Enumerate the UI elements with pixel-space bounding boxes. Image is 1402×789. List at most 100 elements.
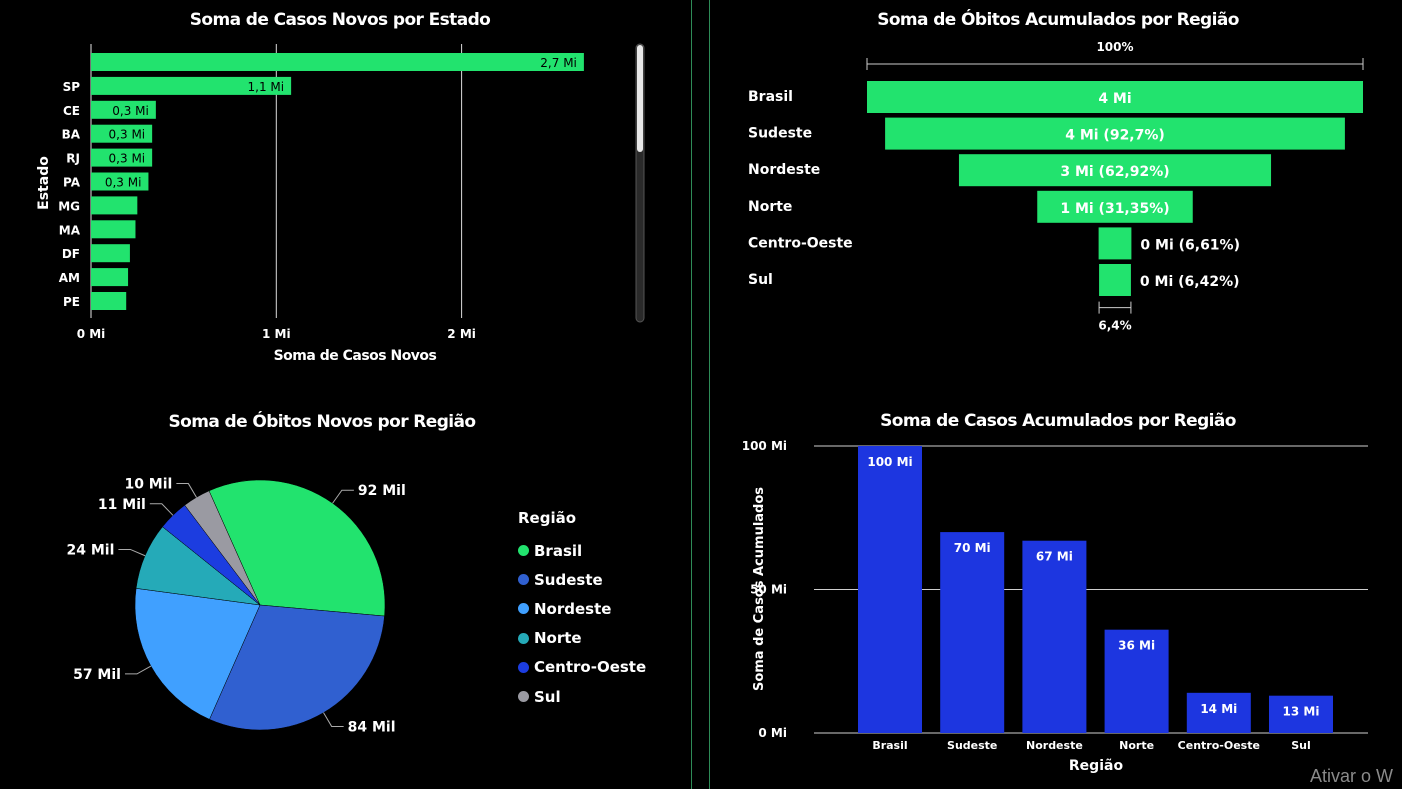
y-tick-label: SP — [63, 80, 81, 94]
panel-divider-left — [691, 0, 692, 789]
x-axis-title: Soma de Casos Novos — [274, 348, 437, 364]
bar-sudeste[interactable] — [940, 532, 1005, 733]
funnel-category-label: Centro-Oeste — [748, 235, 853, 251]
bar-top[interactable] — [91, 53, 584, 71]
pie-leader-line — [118, 548, 146, 557]
legend-label: Sul — [534, 687, 561, 706]
funnel-category-label: Sudeste — [748, 126, 812, 142]
bar-PE[interactable] — [91, 292, 127, 310]
bar-data-label: 14 Mi — [1200, 702, 1237, 716]
legend-item-centro-oeste[interactable]: Centro-Oeste — [518, 653, 646, 682]
bar-data-label: 0,3 Mi — [105, 176, 142, 190]
x-tick-label: Nordeste — [1026, 739, 1083, 752]
x-tick-label: Sudeste — [947, 739, 997, 752]
y-tick-label: PE — [63, 295, 80, 309]
y-axis-title: Soma de Casos Acumulados — [752, 487, 767, 691]
bar-data-label: 13 Mi — [1283, 705, 1320, 719]
funnel-category-label: Norte — [748, 199, 792, 215]
x-tick-label: Sul — [1291, 739, 1311, 752]
legend-swatch — [518, 574, 529, 586]
funnel-bottom-label: 6,4% — [1098, 319, 1131, 333]
funnel-data-label: 0 Mi (6,61%) — [1140, 237, 1240, 253]
bar-data-label: 36 Mi — [1118, 639, 1155, 653]
pie-leader-line — [332, 489, 354, 504]
y-tick-label: MG — [58, 199, 80, 213]
funnel-bar-sul[interactable] — [1099, 264, 1131, 296]
pie-leader-line — [176, 483, 197, 498]
legend-item-norte[interactable]: Norte — [518, 624, 646, 653]
pie-data-label: 24 Mil — [67, 542, 115, 558]
funnel-data-label: 1 Mi (31,35%) — [1060, 201, 1169, 217]
y-tick-label: BA — [62, 128, 81, 142]
funnel-data-label: 0 Mi (6,42%) — [1140, 274, 1240, 290]
activation-watermark: Ativar o W — [1310, 766, 1394, 786]
pie-data-label: 10 Mil — [124, 477, 172, 493]
legend-item-brasil[interactable]: Brasil — [518, 536, 646, 565]
funnel-category-label: Nordeste — [748, 162, 820, 178]
bar-data-label: 67 Mi — [1036, 550, 1073, 564]
bar-chart-casos-novos-estado[interactable]: 0 Mi 1 Mi 2 Mi 2,7 Mi SP 1,1 Mi CE 0,3 Mi BA 0,3 … — [0, 0, 691, 395]
funnel-chart-obitos-acumulados[interactable]: 100% Brasil 4 Mi Sudeste 4 Mi (92,7%) Nordest… — [712, 0, 1402, 395]
y-tick-label: AM — [59, 271, 80, 285]
funnel-top-label: 100% — [1096, 40, 1133, 54]
pie-data-label: 57 Mil — [73, 667, 121, 683]
y-axis-title: Estado — [36, 156, 52, 210]
funnel-data-label: 4 Mi — [1098, 91, 1131, 107]
y-tick-label: CE — [63, 104, 80, 118]
funnel-data-label: 4 Mi (92,7%) — [1065, 128, 1165, 144]
bar-DF[interactable] — [91, 244, 130, 263]
legend-item-sul[interactable]: Sul — [518, 682, 646, 711]
pie-chart-obitos-novos-regiao[interactable]: 92 Mil 84 Mil 57 Mil 24 Mil 11 Mil 10 Mil — [0, 399, 510, 789]
legend-label: Norte — [534, 629, 582, 648]
funnel-category-label: Brasil — [748, 89, 793, 105]
bar-data-label: 0,3 Mi — [109, 152, 146, 166]
bar-data-label: 0,3 Mi — [109, 128, 146, 142]
legend-swatch — [518, 545, 529, 557]
y-tick-label: DF — [62, 247, 80, 261]
bar-MA[interactable] — [91, 220, 136, 239]
bar-MG[interactable] — [91, 196, 138, 215]
bar-brasil[interactable] — [858, 446, 922, 733]
bar-chart-casos-acumulados-regiao[interactable]: 0 Mi50 Mi100 Mi100 MiBrasil70 MiSudeste6… — [712, 399, 1402, 789]
x-tick-label: 1 Mi — [262, 327, 291, 341]
legend-swatch — [518, 661, 529, 673]
pie-data-label: 11 Mil — [98, 497, 146, 513]
legend-label: Sudeste — [534, 570, 603, 589]
legend-label: Brasil — [534, 541, 583, 560]
legend-swatch — [518, 691, 529, 703]
legend-item-nordeste[interactable]: Nordeste — [518, 594, 646, 623]
funnel-data-label: 3 Mi (62,92%) — [1060, 164, 1169, 180]
funnel-category-label: Sul — [748, 272, 773, 288]
legend-label: Centro-Oeste — [534, 658, 647, 677]
pie-legend: Região Brasil Sudeste Nordeste Norte Centro-… — [518, 509, 646, 711]
y-tick-label: PA — [63, 176, 81, 190]
bar-data-label: 2,7 Mi — [540, 56, 577, 70]
bar-data-label: 0,3 Mi — [112, 104, 149, 118]
x-tick-label: 2 Mi — [447, 327, 476, 341]
x-tick-label: Centro-Oeste — [1178, 739, 1260, 752]
bar-data-label: 1,1 Mi — [248, 80, 285, 94]
scrollbar-thumb[interactable] — [637, 45, 643, 152]
bar-AM[interactable] — [91, 268, 129, 287]
pie-data-label: 92 Mil — [358, 483, 406, 499]
bar-data-label: 70 Mi — [954, 541, 991, 555]
bar-data-label: 100 Mi — [867, 455, 912, 469]
legend-item-sudeste[interactable]: Sudeste — [518, 565, 646, 594]
y-tick-label: 0 Mi — [758, 726, 787, 740]
pie-data-label: 84 Mil — [348, 719, 396, 735]
x-tick-label: 0 Mi — [77, 327, 106, 341]
y-tick-label: 100 Mi — [742, 439, 787, 453]
pie-leader-line — [124, 665, 152, 675]
legend-title: Região — [518, 509, 577, 527]
legend-swatch — [518, 632, 529, 644]
panel-divider-right — [709, 0, 710, 789]
bar-nordeste[interactable] — [1022, 540, 1087, 733]
y-tick-label: RJ — [66, 152, 80, 166]
legend-swatch — [518, 603, 529, 615]
y-tick-label: MA — [59, 223, 81, 237]
x-tick-label: Brasil — [872, 739, 907, 752]
funnel-bar-centro-oeste[interactable] — [1098, 227, 1132, 260]
x-tick-label: Norte — [1119, 739, 1154, 752]
legend-label: Nordeste — [534, 599, 612, 618]
x-axis-title: Região — [1069, 758, 1124, 774]
